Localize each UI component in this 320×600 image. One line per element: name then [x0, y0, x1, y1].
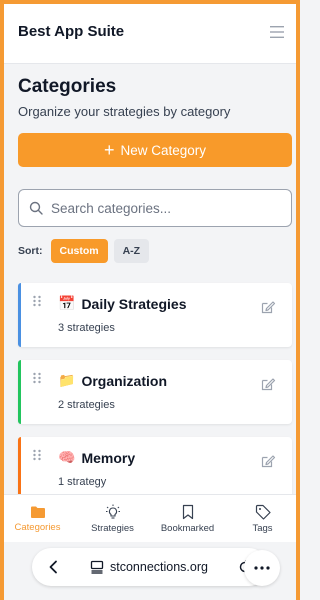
- nav-categories[interactable]: Categories: [3, 505, 73, 533]
- category-name: Organization: [81, 372, 167, 389]
- category-count: 1 strategy: [58, 476, 107, 488]
- drag-handle-icon[interactable]: [32, 449, 42, 461]
- menu-button[interactable]: [264, 19, 290, 45]
- category-card[interactable]: 🧠 Memory 1 strategy: [18, 437, 292, 494]
- site-settings-icon[interactable]: [90, 560, 104, 574]
- nav-bookmarked[interactable]: Bookmarked: [153, 504, 223, 534]
- category-count: 3 strategies: [58, 322, 115, 334]
- app-header: Best App Suite: [0, 0, 300, 64]
- category-card[interactable]: 📅 Daily Strategies 3 strategies: [18, 283, 292, 347]
- folder-icon: [30, 506, 45, 518]
- nav-categories-label: Categories: [14, 521, 61, 533]
- category-color-bar: [18, 437, 21, 494]
- sort-custom-button[interactable]: Custom: [50, 239, 108, 263]
- drag-handle-icon[interactable]: [32, 295, 42, 307]
- nav-strategies[interactable]: Strategies: [78, 504, 148, 534]
- sort-label: Sort:: [18, 245, 43, 257]
- search-icon: [29, 201, 43, 215]
- chevron-left-icon: [49, 560, 57, 574]
- url-text: stconnections.org: [110, 560, 208, 574]
- category-color-bar: [18, 283, 21, 347]
- category-count: 2 strategies: [58, 399, 115, 411]
- folder-emoji-icon: 📁: [58, 372, 76, 388]
- tag-icon: [255, 504, 271, 520]
- calendar-icon: 📅: [58, 295, 76, 311]
- new-category-button[interactable]: + New Category: [18, 133, 292, 167]
- browser-toolbar: stconnections.org: [0, 542, 300, 600]
- more-button[interactable]: [244, 550, 280, 586]
- brain-icon: 🧠: [58, 449, 76, 465]
- bottom-nav: Categories Strategies Bookmarked Tags: [0, 494, 300, 542]
- edit-icon[interactable]: [260, 453, 276, 469]
- back-button[interactable]: [38, 552, 68, 582]
- sort-row: Sort: Custom A-Z: [18, 239, 292, 263]
- nav-strategies-label: Strategies: [91, 522, 134, 534]
- edit-icon[interactable]: [260, 299, 276, 315]
- sort-az-button[interactable]: A-Z: [113, 239, 150, 263]
- search-input[interactable]: [51, 200, 281, 216]
- lightbulb-icon: [105, 504, 120, 519]
- more-dots-icon: [254, 566, 270, 570]
- app-title: Best App Suite: [18, 23, 125, 40]
- page-subtitle: Organize your strategies by category: [18, 104, 231, 119]
- drag-handle-icon[interactable]: [32, 372, 42, 384]
- bookmark-icon: [182, 504, 193, 519]
- new-category-label: New Category: [120, 142, 207, 158]
- main-content: Categories Organize your strategies by c…: [0, 64, 300, 494]
- nav-tags[interactable]: Tags: [228, 504, 298, 534]
- edit-icon[interactable]: [260, 376, 276, 392]
- search-box: [18, 189, 292, 227]
- nav-bookmarked-label: Bookmarked: [160, 522, 215, 534]
- category-color-bar: [18, 360, 21, 424]
- category-name: Memory: [81, 449, 136, 466]
- url-bar[interactable]: stconnections.org: [32, 548, 268, 586]
- category-name: Daily Strategies: [81, 295, 187, 312]
- plus-icon: +: [103, 140, 115, 160]
- page-title: Categories: [18, 76, 117, 97]
- category-list: 📅 Daily Strategies 3 strategies 📁 Organi…: [18, 283, 292, 494]
- category-card[interactable]: 📁 Organization 2 strategies: [18, 360, 292, 424]
- nav-tags-label: Tags: [252, 522, 273, 534]
- hamburger-icon: [270, 25, 284, 38]
